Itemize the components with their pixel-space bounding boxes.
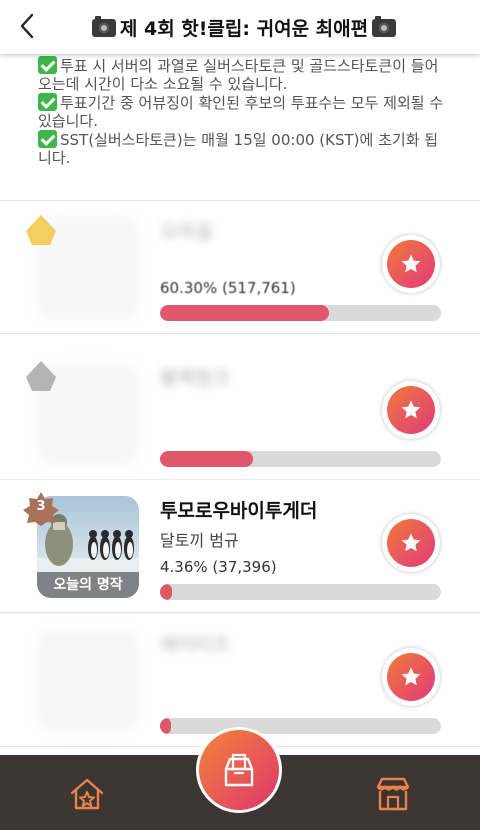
candidate-name: 투모로우바이투게더 xyxy=(160,500,318,522)
candidate-artist: 달토끼 범규 xyxy=(160,531,239,550)
vote-progress-fill xyxy=(160,305,330,321)
notice-text: 투표기간 중 어뷰징이 확인된 후보의 투표수는 모두 제외될 수 있습니다. xyxy=(38,94,444,130)
candidate-row[interactable]: 블랙핑크 xyxy=(0,347,480,480)
ballot-box-icon xyxy=(224,753,254,787)
rank-badge xyxy=(22,357,60,393)
tab-store[interactable] xyxy=(374,775,412,813)
star-icon xyxy=(401,533,421,552)
star-icon xyxy=(401,254,421,273)
vote-progress-fill xyxy=(160,451,253,467)
candidate-row[interactable]: 오마걸 60.30% (517,761) xyxy=(0,201,480,334)
notice-item: SST(실버스타토큰)는 매월 15일 00:00 (KST)에 초기화 됩니다… xyxy=(38,130,448,167)
vote-progress-bar xyxy=(160,718,441,734)
app-header: 제 4회 핫!클립: 귀여운 최애편 xyxy=(0,0,480,54)
rank-number: 3 xyxy=(36,499,46,514)
star-icon xyxy=(401,667,421,686)
camera-icon xyxy=(372,15,397,37)
vote-button[interactable] xyxy=(382,514,440,572)
vote-button[interactable] xyxy=(382,648,440,706)
notice-list: 투표 시 서버의 과열로 실버스타토큰 및 골드스타토큰이 들어오는데 시간이 … xyxy=(38,56,448,168)
chevron-left-icon xyxy=(20,13,34,39)
candidate-name: 오마걸 xyxy=(160,221,213,243)
notice-item: 투표기간 중 어뷰징이 확인된 후보의 투표수는 모두 제외될 수 있습니다. xyxy=(38,93,448,130)
ribbon-badge-icon xyxy=(26,215,56,245)
vote-progress-bar xyxy=(160,451,441,467)
back-button[interactable] xyxy=(14,10,42,42)
check-mark-icon xyxy=(38,130,57,149)
tab-home[interactable] xyxy=(68,775,106,813)
check-mark-icon xyxy=(38,56,57,74)
vote-center-button[interactable] xyxy=(196,727,282,813)
notice-item: 투표 시 서버의 과열로 실버스타토큰 및 골드스타토큰이 들어오는데 시간이 … xyxy=(38,56,448,93)
notice-text: SST(실버스타토큰)는 매월 15일 00:00 (KST)에 초기화 됩니다… xyxy=(38,131,439,167)
vote-button[interactable] xyxy=(382,381,440,439)
candidate-name: 블랙핑크 xyxy=(160,367,230,389)
rank-badge: 3 xyxy=(22,490,60,526)
candidate-thumbnail xyxy=(37,630,139,732)
candidate-row[interactable]: 3 오늘의 명작 투모로우바이투게더 달토끼 범규 4.36% (37,396) xyxy=(0,480,480,613)
notice-text: 투표 시 서버의 과열로 실버스타토큰 및 골드스타토큰이 들어오는데 시간이 … xyxy=(38,57,439,93)
vote-percent: 60.30% (517,761) xyxy=(160,279,296,297)
home-star-icon xyxy=(70,778,104,810)
page-title: 제 4회 핫!클립: 귀여운 최애편 xyxy=(48,14,440,41)
vote-progress-fill xyxy=(160,718,172,734)
vote-button[interactable] xyxy=(382,235,440,293)
rank-badge xyxy=(22,211,60,247)
store-icon xyxy=(376,777,410,811)
vote-progress-bar xyxy=(160,584,441,600)
thumbnail-caption: 오늘의 명작 xyxy=(37,572,139,598)
ribbon-badge-icon xyxy=(26,361,56,391)
vote-percent: 4.36% (37,396) xyxy=(160,558,277,576)
camera-icon xyxy=(91,15,116,37)
candidate-name: 에이티즈 xyxy=(160,634,230,656)
vote-progress-fill xyxy=(160,584,173,600)
page-title-text: 제 4회 핫!클립: 귀여운 최애편 xyxy=(119,18,369,40)
star-icon xyxy=(401,400,421,419)
check-mark-icon xyxy=(38,93,57,112)
vote-progress-bar xyxy=(160,305,441,321)
